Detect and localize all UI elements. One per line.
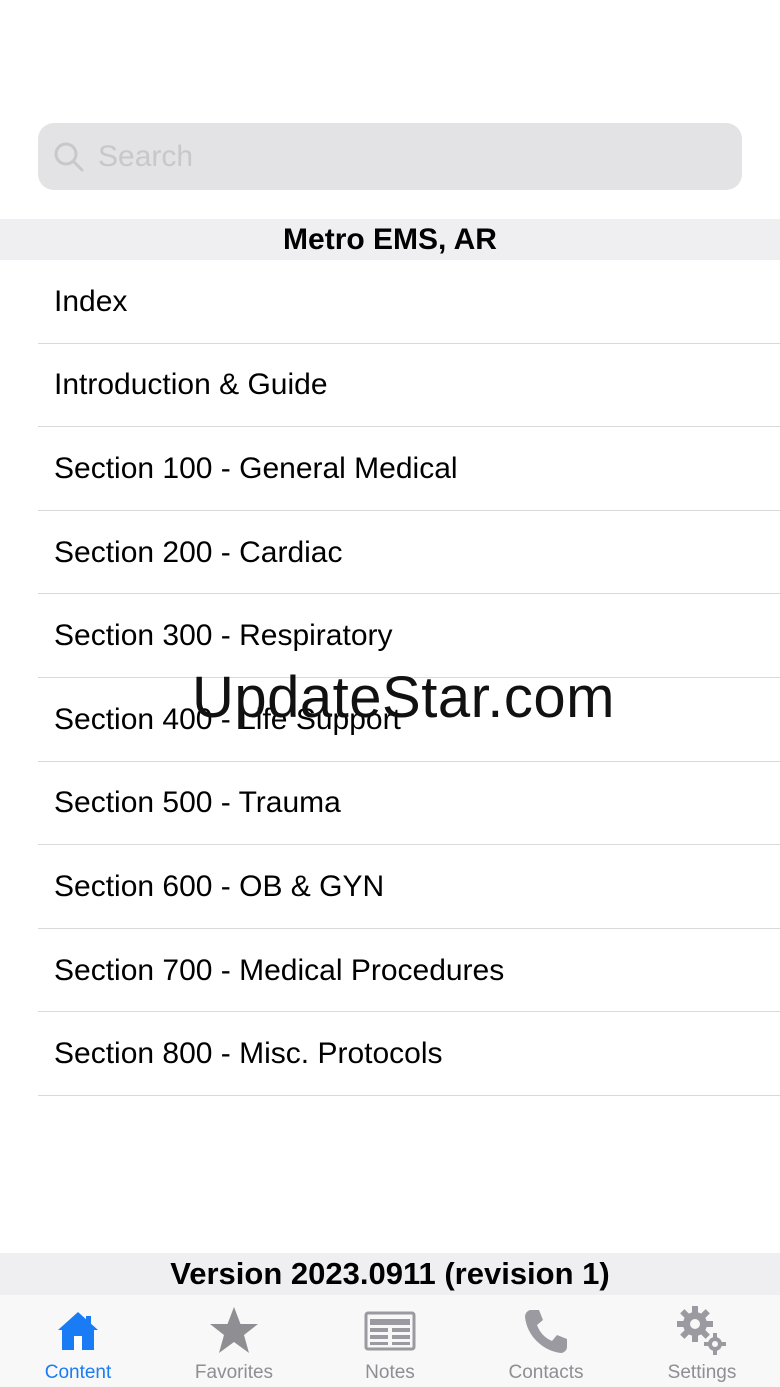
section-header: Metro EMS, AR xyxy=(0,219,780,260)
list-item-label: Section 400 - Life Support xyxy=(54,702,401,736)
list-item-section-800[interactable]: Section 800 - Misc. Protocols xyxy=(0,1012,780,1096)
list-item-section-500[interactable]: Section 500 - Trauma xyxy=(0,762,780,846)
tab-label: Contacts xyxy=(508,1362,584,1383)
house-icon xyxy=(58,1312,98,1350)
app-screen: Metro EMS, AR Index Introduction & Guide… xyxy=(0,0,780,1387)
version-text: Version 2023.0911 (revision 1) xyxy=(170,1256,610,1291)
tab-favorites[interactable]: Favorites xyxy=(156,1295,312,1387)
list-item-label: Section 800 - Misc. Protocols xyxy=(54,1037,443,1071)
section-header-title: Metro EMS, AR xyxy=(283,222,497,256)
list-item-label: Introduction & Guide xyxy=(54,368,328,402)
star-icon xyxy=(210,1307,258,1353)
list-item-label: Section 300 - Respiratory xyxy=(54,619,393,653)
tab-notes[interactable]: Notes xyxy=(312,1295,468,1387)
tab-label: Notes xyxy=(365,1362,415,1383)
list-item-label: Section 600 - OB & GYN xyxy=(54,869,385,903)
tab-label: Settings xyxy=(667,1362,737,1383)
list-item-section-600[interactable]: Section 600 - OB & GYN xyxy=(0,845,780,929)
notes-icon xyxy=(364,1311,416,1351)
tab-label: Favorites xyxy=(194,1362,274,1383)
gear-icon xyxy=(677,1306,726,1355)
list-item-section-400[interactable]: Section 400 - Life Support xyxy=(0,678,780,762)
list-item-introduction[interactable]: Introduction & Guide xyxy=(0,344,780,428)
list-item-label: Section 200 - Cardiac xyxy=(54,535,343,569)
list-item-section-200[interactable]: Section 200 - Cardiac xyxy=(0,511,780,595)
search-input[interactable] xyxy=(96,138,700,175)
content-list: Index Introduction & Guide Section 100 -… xyxy=(0,260,780,1096)
search-bar[interactable] xyxy=(38,123,742,190)
tab-content[interactable]: Content xyxy=(0,1295,156,1387)
list-item-label: Section 500 - Trauma xyxy=(54,786,341,820)
list-item-index[interactable]: Index xyxy=(0,260,780,344)
phone-icon xyxy=(525,1310,567,1353)
list-item-section-300[interactable]: Section 300 - Respiratory xyxy=(0,594,780,678)
tab-contacts[interactable]: Contacts xyxy=(468,1295,624,1387)
list-item-label: Section 700 - Medical Procedures xyxy=(54,953,505,987)
list-item-label: Index xyxy=(54,284,128,318)
list-item-section-100[interactable]: Section 100 - General Medical xyxy=(0,427,780,511)
version-bar: Version 2023.0911 (revision 1) xyxy=(0,1253,780,1295)
tab-label: Content xyxy=(44,1362,112,1383)
search-icon xyxy=(54,142,84,171)
list-item-label: Section 100 - General Medical xyxy=(54,451,458,485)
list-item-section-700[interactable]: Section 700 - Medical Procedures xyxy=(0,929,780,1013)
tab-settings[interactable]: Settings xyxy=(624,1295,780,1387)
tab-bar: Content Favorites Notes Contacts Setting… xyxy=(0,1295,780,1387)
